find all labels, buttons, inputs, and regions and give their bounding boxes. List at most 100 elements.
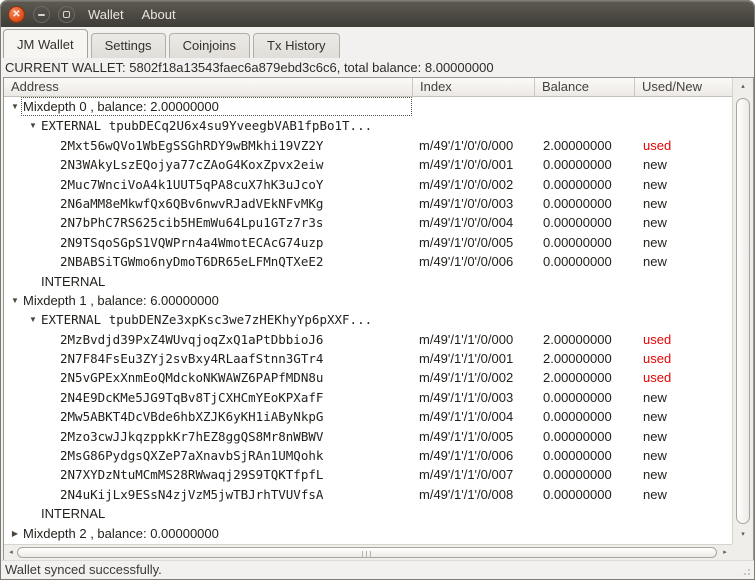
index-cell: m/49'/1'/0'/0/002 (419, 176, 514, 192)
index-cell: m/49'/1'/1'/0/007 (419, 467, 514, 483)
index-cell (413, 291, 535, 310)
index-cell (413, 272, 535, 291)
address-label: 2N7XYDzNtuMCmMS28RWwaqj29S9TQKTfpfL (60, 467, 324, 483)
row-label: Mixdepth 2 , balance: 0.00000000 (23, 525, 219, 541)
address-label: 2Muc7WnciVoA4k1UUT5qPA8cuX7hK3uJcoY (60, 176, 324, 192)
balance-cell (535, 272, 635, 291)
tab-settings[interactable]: Settings (90, 33, 166, 58)
tab-tx-history[interactable]: Tx History (253, 33, 340, 58)
tab-coinjoins[interactable]: Coinjoins (168, 33, 251, 58)
maximize-button[interactable] (58, 5, 75, 23)
balance-cell: 0.00000000 (543, 409, 612, 425)
tab-bar: JM Wallet Settings Coinjoins Tx History (1, 27, 754, 58)
menu-about[interactable]: About (133, 4, 185, 25)
scrollbar-corner (732, 544, 753, 560)
tree-row-address[interactable]: 2MsG86PydgsQXZeP7aXnavbSjRAn1UMQohk m/49'… (4, 446, 732, 465)
address-label: 2Mzo3cwJJkqzppkKr7hEZ8ggQS8Mr8nWBWV (60, 428, 324, 444)
index-cell: m/49'/1'/0'/0/000 (419, 137, 514, 153)
balance-cell: 0.00000000 (543, 486, 612, 502)
index-cell: m/49'/1'/0'/0/004 (419, 215, 514, 231)
balance-cell: 2.00000000 (543, 331, 612, 347)
tree-row-address[interactable]: 2N7bPhC7RS625cib5HEmWu64Lpu1GTz7r3s m/49'… (4, 213, 732, 232)
column-header-address[interactable]: Address (4, 78, 413, 96)
menu-wallet[interactable]: Wallet (79, 4, 133, 25)
vertical-scrollbar[interactable]: ▴ ▾ (732, 78, 753, 544)
index-cell: m/49'/1'/1'/0/005 (419, 428, 514, 444)
tree-row-branch[interactable]: INTERNAL (4, 504, 732, 523)
index-cell: m/49'/1'/1'/0/003 (419, 389, 514, 405)
tab-jm-wallet[interactable]: JM Wallet (3, 29, 88, 58)
row-label: Mixdepth 1 , balance: 6.00000000 (23, 292, 219, 308)
tree-row-address[interactable]: 2N5vGPExXnmEoQMdckoNKWAWZ6PAPfMDN8u m/49'… (4, 368, 732, 387)
scroll-right-icon[interactable]: ▸ (719, 545, 731, 560)
address-label: 2Mxt56wQVo1WbEgSSGhRDY9wBMkhi19VZ2Y (60, 137, 324, 153)
address-label: 2N3WAkyLszEQojya77cZAoG4KoxZpvx2eiw (60, 157, 324, 173)
status-cell (635, 291, 732, 310)
minimize-button[interactable] (33, 5, 50, 23)
tree-row-address[interactable]: 2N7XYDzNtuMCmMS28RWwaqj29S9TQKTfpfL m/49'… (4, 465, 732, 484)
index-cell (413, 504, 535, 523)
tree-row-mixdepth[interactable]: ▼ Mixdepth 0 , balance: 2.00000000 (4, 97, 732, 117)
column-header-index[interactable]: Index (413, 78, 535, 96)
collapse-icon[interactable]: ▼ (27, 116, 39, 135)
close-button[interactable]: ✕ (8, 5, 25, 23)
vertical-scrollbar-thumb[interactable] (736, 98, 750, 524)
status-cell: new (643, 215, 667, 231)
tree-row-address[interactable]: 2Mw5ABKT4DcVBde6hbXZJK6yKH1iAByNkpG m/49'… (4, 407, 732, 426)
tree-row-address[interactable]: 2Mzo3cwJJkqzppkKr7hEZ8ggQS8Mr8nWBWV m/49'… (4, 427, 732, 446)
index-cell (413, 524, 535, 543)
tree-row-address[interactable]: 2N4E9DcKMe5JG9TqBv8TjCXHCmYEoKPXafF m/49'… (4, 388, 732, 407)
tree-row-address[interactable]: 2Mxt56wQVo1WbEgSSGhRDY9wBMkhi19VZ2Y m/49'… (4, 136, 732, 155)
scroll-left-icon[interactable]: ◂ (5, 545, 17, 560)
tree-row-address[interactable]: 2MzBvdjd39PxZ4WUvqjoqZxQ1aPtDbbioJ6 m/49'… (4, 330, 732, 349)
status-cell (635, 504, 732, 523)
tree-row-address[interactable]: 2N3WAkyLszEQojya77cZAoG4KoxZpvx2eiw m/49'… (4, 155, 732, 174)
index-cell: m/49'/1'/1'/0/000 (419, 331, 514, 347)
row-label: INTERNAL (41, 506, 106, 522)
tree-header: Address Index Balance Used/New (4, 78, 732, 97)
tree-row-address[interactable]: 2N4uKijLx9ESsN4zjVzM5jwTBJrhTVUVfsA m/49'… (4, 485, 732, 504)
tree-row-address[interactable]: 2N6aMM8eMkwfQx6QBv6nwvRJadVEkNFvMKg m/49'… (4, 194, 732, 213)
collapse-icon[interactable]: ▼ (27, 310, 39, 329)
horizontal-scrollbar-thumb[interactable] (17, 547, 717, 558)
tree-row-address[interactable]: 2NBABSiTGWmo6nyDmoT6DR65eLFMnQTXeE2 m/49'… (4, 252, 732, 271)
scroll-up-icon[interactable]: ▴ (733, 79, 753, 95)
minimize-icon (38, 13, 45, 16)
balance-cell (535, 291, 635, 310)
titlebar: ✕ Wallet About (1, 1, 754, 27)
horizontal-scrollbar[interactable]: ◂ ▸ (4, 544, 733, 560)
status-cell: new (643, 486, 667, 502)
balance-cell (535, 310, 635, 329)
column-header-used-new[interactable]: Used/New (635, 78, 732, 96)
current-wallet-summary: CURRENT WALLET: 5802f18a13543faec6a879eb… (5, 60, 494, 75)
tree-row-address[interactable]: 2Muc7WnciVoA4k1UUT5qPA8cuX7hK3uJcoY m/49'… (4, 175, 732, 194)
status-cell: new (643, 428, 667, 444)
tree-row-mixdepth[interactable]: ▶ Mixdepth 2 , balance: 0.00000000 (4, 524, 732, 543)
tree-row-branch[interactable]: ▼ EXTERNAL tpubDENZe3xpKsc3we7zHEKhyYp6pX… (4, 310, 732, 329)
status-cell (635, 116, 732, 135)
window-controls: ✕ (8, 5, 75, 23)
balance-cell: 2.00000000 (543, 351, 612, 367)
tree-row-branch[interactable]: ▼ EXTERNAL tpubDECq2U6x4su9YveegbVAB1fpBo… (4, 116, 732, 135)
status-cell: used (643, 137, 672, 153)
tree-row-mixdepth[interactable]: ▼ Mixdepth 1 , balance: 6.00000000 (4, 291, 732, 310)
status-cell: used (643, 331, 672, 347)
scroll-down-icon[interactable]: ▾ (733, 527, 753, 543)
balance-cell: 0.00000000 (543, 157, 612, 173)
status-cell: new (643, 409, 667, 425)
status-cell (635, 524, 732, 543)
address-label: 2NBABSiTGWmo6nyDmoT6DR65eLFMnQTXeE2 (60, 254, 324, 270)
column-header-balance[interactable]: Balance (535, 78, 635, 96)
close-icon: ✕ (12, 8, 21, 20)
collapse-icon[interactable]: ▼ (9, 97, 21, 116)
expand-icon[interactable]: ▶ (9, 524, 21, 543)
tree-row-address[interactable]: 2N9TSqoSGpS1VQWPrn4a4WmotECAcG74uzp m/49'… (4, 233, 732, 252)
balance-cell: 0.00000000 (543, 234, 612, 250)
jm-wallet-window: ✕ Wallet About JM Wallet Settings Coinjo… (0, 0, 755, 580)
collapse-icon[interactable]: ▼ (9, 291, 21, 310)
tree-row-address[interactable]: 2N7F84FsEu3ZYj2svBxy4RLaafStnn3GTr4 m/49'… (4, 349, 732, 368)
tree-row-branch[interactable]: INTERNAL (4, 272, 732, 291)
resize-grip-icon[interactable] (739, 564, 752, 577)
address-label: 2Mw5ABKT4DcVBde6hbXZJK6yKH1iAByNkpG (60, 409, 324, 425)
index-cell: m/49'/1'/1'/0/004 (419, 409, 514, 425)
